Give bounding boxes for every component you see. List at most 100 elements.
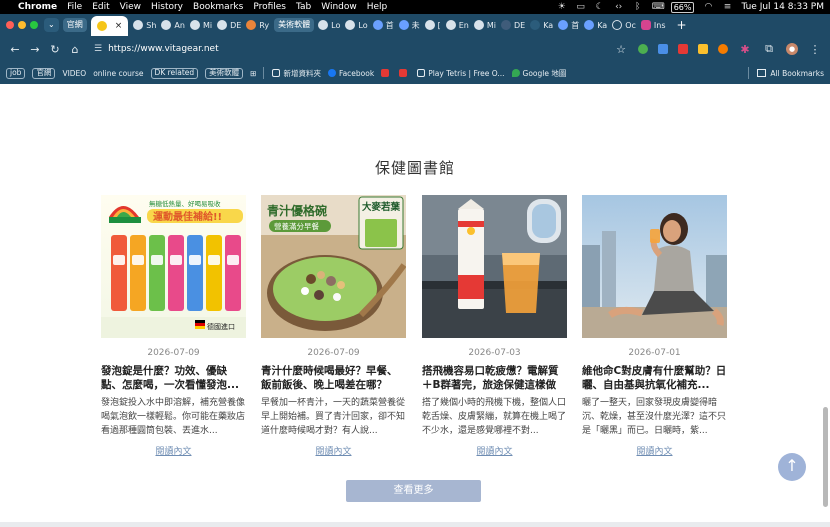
bookmark-google-map[interactable]: Google 地圖 xyxy=(511,68,566,79)
profile-avatar[interactable]: ● xyxy=(786,43,798,55)
read-more-link[interactable]: 閱讀內文 xyxy=(582,444,727,457)
menu-clock[interactable]: Tue Jul 14 8:33 PM xyxy=(741,2,824,12)
home-icon[interactable]: ⌂ xyxy=(68,43,82,56)
new-tab-button[interactable]: + xyxy=(677,18,687,32)
control-center-icon[interactable]: ≡ xyxy=(722,2,732,12)
page-scrollbar-thumb[interactable] xyxy=(823,407,828,507)
sun-icon[interactable]: ☀ xyxy=(557,2,567,12)
battery-indicator[interactable]: 66% xyxy=(670,1,695,13)
extension-icon[interactable] xyxy=(638,44,648,54)
tab-item[interactable]: Sh xyxy=(133,16,156,34)
menu-app-name[interactable]: Chrome xyxy=(18,2,57,12)
article-thumbnail[interactable]: 無糖低熱量、好喝易吸收 運動最佳補給!! 德國進口 xyxy=(101,195,246,338)
extension-icon[interactable] xyxy=(698,44,708,54)
tab-item[interactable]: DE xyxy=(217,16,241,34)
menu-file[interactable]: File xyxy=(67,2,82,12)
apps-grid-icon[interactable]: ⊞ xyxy=(250,69,256,78)
tab-item[interactable]: Ry xyxy=(246,16,269,34)
article-card[interactable]: 無糖低熱量、好喝易吸收 運動最佳補給!! 德國進口 2026-07-09 發泡錠… xyxy=(101,195,246,457)
article-title[interactable]: 維他命C對皮膚有什麼幫助？日曬、自由基與抗氧化補充... xyxy=(582,364,727,392)
menu-window[interactable]: Window xyxy=(321,2,357,12)
bookmark-youtube-2[interactable] xyxy=(399,69,410,77)
tab-group-official[interactable]: 官網 xyxy=(62,18,87,32)
tab-label: Lo xyxy=(331,20,341,30)
bookmark-online-course[interactable]: online course xyxy=(93,69,143,78)
bookmark-job[interactable]: job xyxy=(6,67,26,79)
tab-item[interactable]: Ka xyxy=(584,16,607,34)
bookmark-facebook[interactable]: Facebook xyxy=(327,69,374,78)
read-more-link[interactable]: 閱讀內文 xyxy=(101,444,246,457)
minimize-window-button[interactable] xyxy=(18,21,26,29)
display-icon[interactable]: ▭ xyxy=(576,2,586,12)
back-icon[interactable]: ← xyxy=(8,43,22,56)
bookmark-youtube[interactable] xyxy=(381,69,392,77)
tab-item[interactable]: Ins xyxy=(640,16,666,34)
article-card[interactable]: 2026-07-03 搭飛機容易口乾疲憊？電解質＋B群著完，旅途保健這樣做 搭了… xyxy=(422,195,567,457)
address-bar[interactable]: ☰ https://www.vitagear.net xyxy=(94,40,614,58)
scroll-to-top-button[interactable]: ↑ xyxy=(778,453,806,481)
bookmark-star-icon[interactable]: ☆ xyxy=(614,43,628,56)
menu-edit[interactable]: Edit xyxy=(92,2,109,12)
bookmark-dk-related[interactable]: DK related xyxy=(150,67,199,79)
read-more-link[interactable]: 閱讀內文 xyxy=(422,444,567,457)
tab-item[interactable]: Mi xyxy=(189,16,212,34)
tab-item[interactable]: Lo xyxy=(345,16,368,34)
bluetooth-icon[interactable]: ᛒ xyxy=(633,2,643,12)
more-menu-icon[interactable]: ⋮ xyxy=(808,43,822,56)
tab-item[interactable]: 未 xyxy=(398,16,420,34)
tab-item[interactable]: Ka xyxy=(530,16,553,34)
bookmark-video[interactable]: VIDEO xyxy=(62,69,86,78)
site-info-icon[interactable]: ☰ xyxy=(94,44,102,54)
all-bookmarks[interactable]: All Bookmarks xyxy=(748,67,824,79)
bookmark-official[interactable]: 官網 xyxy=(32,67,56,79)
wifi-icon[interactable]: ◠ xyxy=(703,2,713,12)
tab-vitagear-active[interactable]: × xyxy=(90,16,129,36)
keyboard-icon[interactable]: ⌨ xyxy=(652,2,665,12)
menu-bookmarks[interactable]: Bookmarks xyxy=(193,2,243,12)
article-card[interactable]: 2026-07-01 維他命C對皮膚有什麼幫助？日曬、自由基與抗氧化補充... … xyxy=(582,195,727,457)
tab-item[interactable]: Mi xyxy=(473,16,496,34)
extension-icon[interactable]: ✱ xyxy=(738,43,752,56)
tab-item[interactable]: Oc xyxy=(612,16,636,34)
article-title[interactable]: 青汁什麼時候喝最好？早餐、飯前飯後、晚上喝差在哪？ xyxy=(261,364,406,392)
tab-item[interactable]: En xyxy=(445,16,469,34)
menu-profiles[interactable]: Profiles xyxy=(253,2,286,12)
code-icon[interactable]: ‹› xyxy=(614,2,624,12)
tab-item[interactable]: 首 xyxy=(372,16,394,34)
article-thumbnail[interactable] xyxy=(422,195,567,338)
article-title[interactable]: 搭飛機容易口乾疲憊？電解質＋B群著完，旅途保健這樣做 xyxy=(422,364,567,392)
extension-icon[interactable] xyxy=(718,44,728,54)
extensions-puzzle-icon[interactable]: ⧉ xyxy=(762,42,776,56)
menu-view[interactable]: View xyxy=(120,2,141,12)
bookmark-tetris[interactable]: Play Tetris | Free O... xyxy=(417,69,505,78)
moon-icon[interactable]: ☾ xyxy=(595,2,605,12)
menu-history[interactable]: History xyxy=(151,2,183,12)
toolbar-actions: ☆ ✱ ⧉ ● ⋮ xyxy=(614,42,822,56)
bookmarks-bar: job 官網 VIDEO online course DK related 美術… xyxy=(0,62,830,84)
tab-item[interactable]: Lo xyxy=(318,16,340,34)
tab-favicon-icon xyxy=(530,20,541,30)
article-thumbnail[interactable]: 青汁優格碗 營養滿分早餐 大麥若葉 xyxy=(261,195,406,338)
tab-item[interactable]: An xyxy=(161,16,185,34)
article-thumbnail[interactable] xyxy=(582,195,727,338)
tab-group-art-software[interactable]: 美術軟體 xyxy=(274,18,315,32)
reload-icon[interactable]: ↻ xyxy=(48,43,62,56)
extension-icon[interactable] xyxy=(658,44,668,54)
forward-icon[interactable]: → xyxy=(28,43,42,56)
bookmark-art-software[interactable]: 美術軟體 xyxy=(205,67,244,79)
tab-group-dropdown[interactable]: ⌄ xyxy=(44,18,59,32)
load-more-button[interactable]: 查看更多 xyxy=(346,480,481,502)
tab-item[interactable]: [ xyxy=(424,16,441,34)
extension-icon[interactable] xyxy=(678,44,688,54)
tab-item[interactable]: DE xyxy=(500,16,525,34)
close-window-button[interactable] xyxy=(6,21,14,29)
bookmark-folder[interactable]: 新增資料夾 xyxy=(272,68,321,79)
menu-tab[interactable]: Tab xyxy=(296,2,311,12)
menu-help[interactable]: Help xyxy=(367,2,388,12)
zoom-window-button[interactable] xyxy=(30,21,38,29)
article-title[interactable]: 發泡錠是什麼？功效、優缺點、怎麼喝，一次看懂發泡... xyxy=(101,364,246,392)
close-tab-icon[interactable]: × xyxy=(115,21,123,31)
tab-item[interactable]: 首 xyxy=(558,16,579,34)
read-more-link[interactable]: 閱讀內文 xyxy=(261,444,406,457)
article-card[interactable]: 青汁優格碗 營養滿分早餐 大麥若葉 2026-07-09 青汁什麼時候喝最好？早… xyxy=(261,195,406,457)
